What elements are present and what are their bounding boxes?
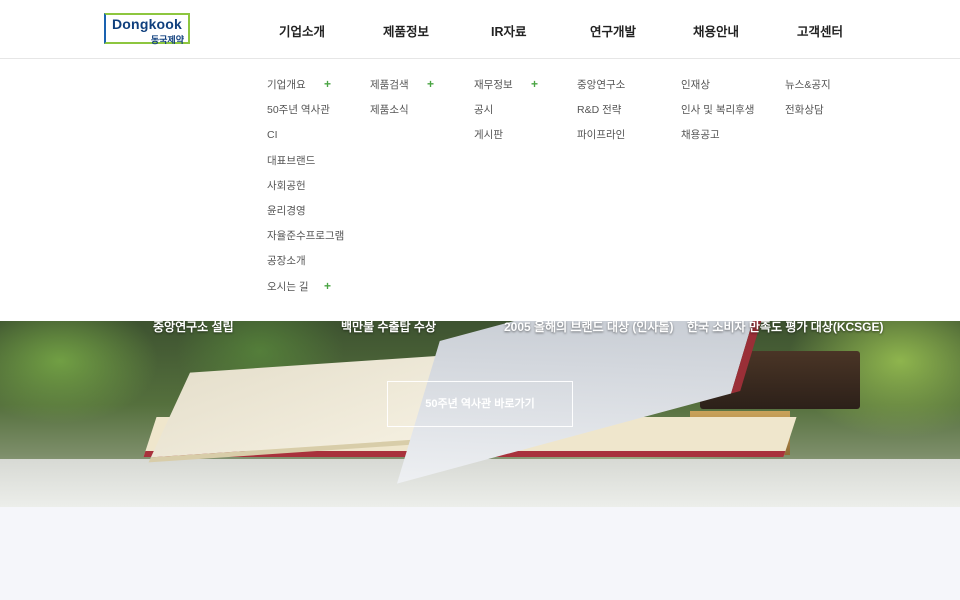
site-header: Dongkook 동국제약 기업소개 제품정보 IR자료 연구개발 채용안내 고… bbox=[0, 0, 960, 59]
submenu-item[interactable]: 중앙연구소 bbox=[577, 78, 625, 103]
nav-company[interactable]: 기업소개 bbox=[279, 21, 325, 40]
logo-text-en: Dongkook bbox=[112, 16, 183, 32]
submenu-item[interactable]: 공시 bbox=[474, 103, 513, 128]
submenu-item[interactable]: 공장소개 bbox=[267, 254, 344, 279]
submenu-label: 재무정보 bbox=[474, 79, 513, 91]
submenu-item[interactable]: 제품검색 + bbox=[370, 77, 434, 103]
submenu-item[interactable]: 사회공헌 bbox=[267, 179, 344, 204]
nav-ir[interactable]: IR자료 bbox=[491, 21, 527, 40]
nav-recruit[interactable]: 채용안내 bbox=[693, 21, 739, 40]
submenu-rnd: 중앙연구소 R&D 전략 파이프라인 bbox=[577, 78, 625, 154]
submenu-recruit: 인재상 인사 및 복리후생 채용공고 bbox=[681, 78, 754, 154]
mega-menu: 기업개요 + 50주년 역사관 CI 대표브랜드 사회공헌 윤리경영 자율준수프로… bbox=[0, 59, 960, 321]
submenu-item[interactable]: 윤리경영 bbox=[267, 204, 344, 229]
submenu-item[interactable]: R&D 전략 bbox=[577, 103, 625, 128]
submenu-item[interactable]: 오시는 길 + bbox=[267, 279, 344, 305]
submenu-ir: 재무정보 + 공시 게시판 bbox=[474, 77, 538, 154]
content-area bbox=[0, 507, 960, 600]
table-surface bbox=[0, 459, 960, 507]
submenu-item[interactable]: 대표브랜드 bbox=[267, 154, 344, 179]
submenu-item[interactable]: 전화상담 bbox=[785, 103, 831, 128]
plus-icon[interactable]: + bbox=[531, 77, 538, 91]
dongkook-logo[interactable]: Dongkook 동국제약 bbox=[104, 13, 190, 45]
hero-banner: 중앙연구소 설립 백만불 수출탑 수상 2005 올해의 브랜드 대상 (인사돌… bbox=[0, 321, 960, 507]
submenu-item[interactable]: 게시판 bbox=[474, 128, 513, 153]
timeline-item: 중앙연구소 설립 bbox=[153, 321, 234, 334]
plus-icon[interactable]: + bbox=[427, 77, 434, 91]
submenu-item[interactable]: 자율준수프로그램 bbox=[267, 229, 344, 254]
submenu-item[interactable]: 인사 및 복리후생 bbox=[681, 103, 754, 128]
timeline-item: 백만불 수출탑 수상 bbox=[341, 321, 436, 334]
submenu-item[interactable]: CI bbox=[267, 128, 344, 153]
submenu-label: 오시는 길 bbox=[267, 280, 309, 293]
timeline-item: 한국 소비자 만족도 평가 대상(KCSGE) bbox=[687, 321, 884, 334]
nav-products[interactable]: 제품정보 bbox=[383, 21, 429, 40]
submenu-item[interactable]: 채용공고 bbox=[681, 128, 754, 153]
nav-rnd[interactable]: 연구개발 bbox=[590, 21, 636, 40]
timeline-item: 2005 올해의 브랜드 대상 (인사돌) bbox=[504, 321, 674, 334]
plus-icon[interactable]: + bbox=[324, 77, 331, 91]
nav-customer[interactable]: 고객센터 bbox=[797, 21, 843, 40]
submenu-item[interactable]: 인재상 bbox=[681, 78, 754, 103]
submenu-label: 제품검색 bbox=[370, 79, 409, 91]
submenu-item[interactable]: 50주년 역사관 bbox=[267, 103, 344, 128]
submenu-customer: 뉴스&공지 전화상담 bbox=[785, 78, 831, 128]
submenu-products: 제품검색 + 제품소식 bbox=[370, 77, 434, 128]
submenu-item[interactable]: 기업개요 + bbox=[267, 77, 344, 103]
submenu-label: 기업개요 bbox=[267, 79, 306, 91]
logo-text-ko: 동국제약 bbox=[150, 35, 184, 45]
submenu-item[interactable]: 뉴스&공지 bbox=[785, 78, 831, 103]
submenu-item[interactable]: 파이프라인 bbox=[577, 128, 625, 153]
plus-icon[interactable]: + bbox=[324, 279, 331, 293]
submenu-item[interactable]: 제품소식 bbox=[370, 103, 409, 128]
history-hall-button[interactable]: 50주년 역사관 바로가기 bbox=[387, 381, 573, 427]
submenu-company: 기업개요 + 50주년 역사관 CI 대표브랜드 사회공헌 윤리경영 자율준수프로… bbox=[267, 77, 344, 305]
submenu-item[interactable]: 재무정보 + bbox=[474, 77, 538, 103]
